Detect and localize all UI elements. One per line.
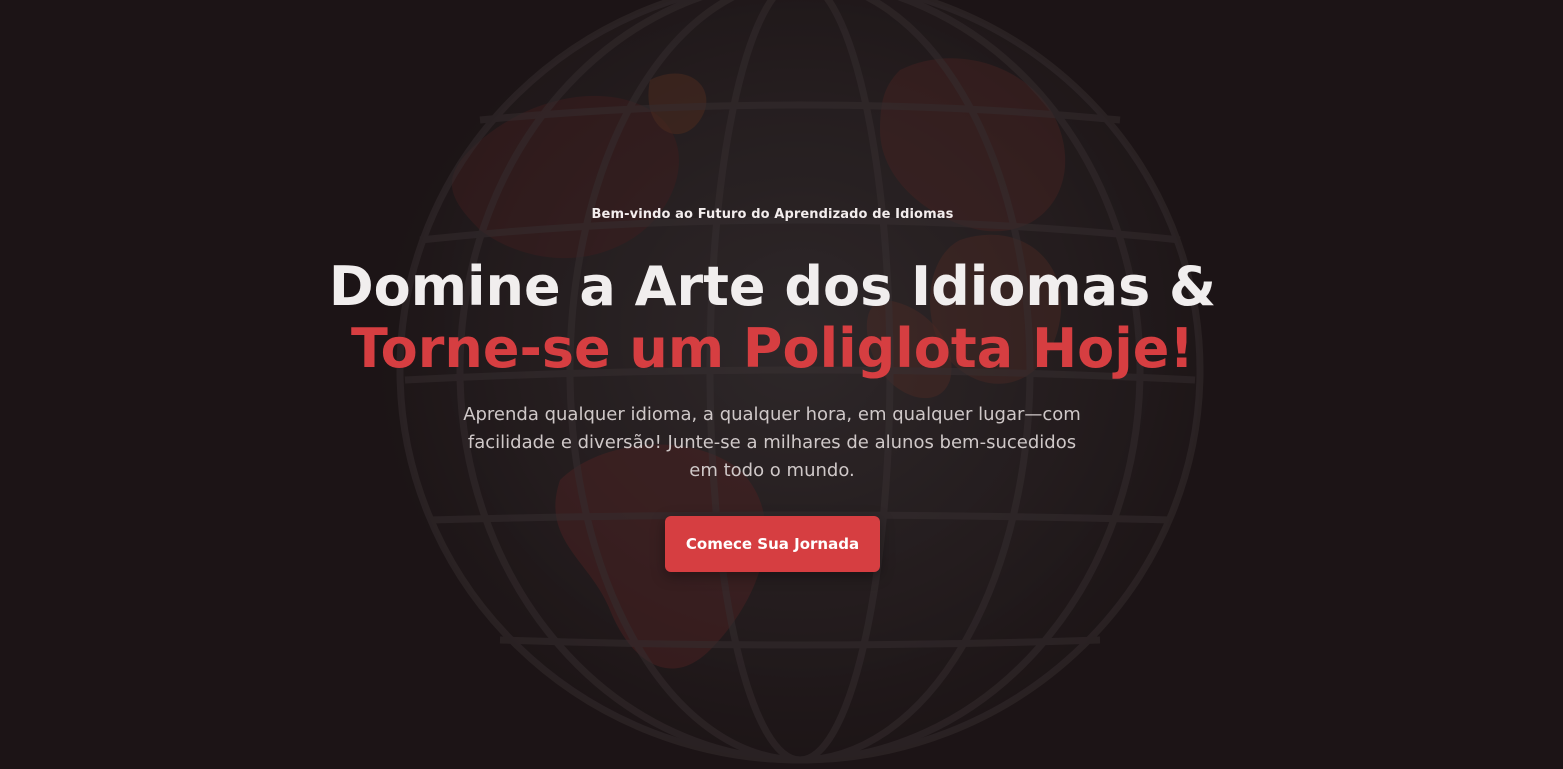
hero-section: Bem-vindo ao Futuro do Aprendizado de Id… (0, 0, 1563, 769)
background-overlay (0, 0, 1563, 769)
hero-eyebrow: Bem-vindo ao Futuro do Aprendizado de Id… (591, 207, 954, 222)
hero-subtitle: Aprenda qualquer idioma, a qualquer hora… (463, 404, 1081, 481)
hero-headline: Domine a Arte dos Idiomas & Torne-se um … (0, 256, 1545, 380)
headline-line-1: Domine a Arte dos Idiomas & (328, 255, 1217, 318)
start-journey-button[interactable]: Comece Sua Jornada (665, 516, 880, 572)
headline-line-2: Torne-se um Poliglota Hoje! (350, 317, 1194, 380)
